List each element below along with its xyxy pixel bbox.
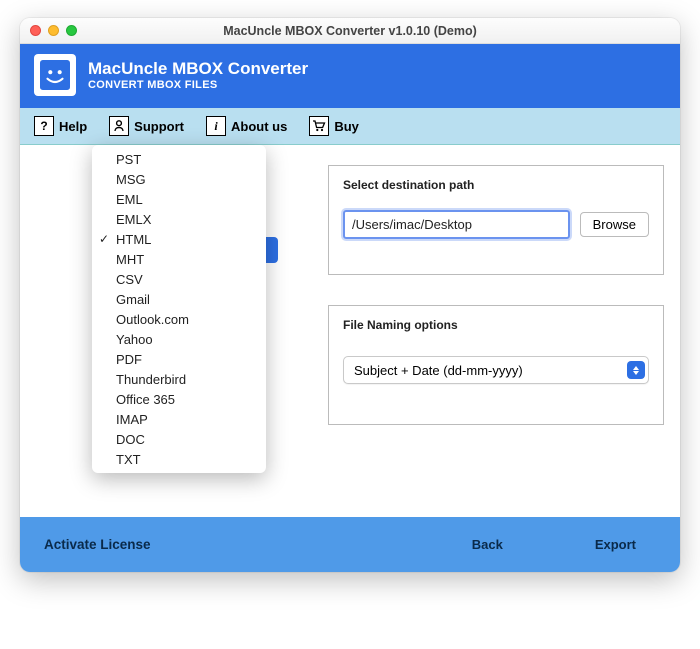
help-label: Help <box>59 119 87 134</box>
file-naming-panel: File Naming options Subject + Date (dd-m… <box>328 305 664 425</box>
brand-subtitle: CONVERT MBOX FILES <box>88 79 308 91</box>
zoom-icon[interactable] <box>66 25 77 36</box>
format-dropdown[interactable]: PSTMSGEMLEMLXHTMLMHTCSVGmailOutlook.comY… <box>92 145 266 473</box>
destination-path-input[interactable] <box>343 210 570 239</box>
buy-label: Buy <box>334 119 359 134</box>
format-option[interactable]: MSG <box>92 169 266 189</box>
window-title: MacUncle MBOX Converter v1.0.10 (Demo) <box>223 24 477 38</box>
format-option[interactable]: Outlook.com <box>92 309 266 329</box>
format-option[interactable]: PDF <box>92 349 266 369</box>
browse-button[interactable]: Browse <box>580 212 649 237</box>
file-naming-value: Subject + Date (dd-mm-yyyy) <box>354 363 523 378</box>
format-option[interactable]: Gmail <box>92 289 266 309</box>
format-option[interactable]: Thunderbird <box>92 369 266 389</box>
main-toolbar: ? Help Support i About us Buy <box>20 106 680 145</box>
brand-bar: MacUncle MBOX Converter CONVERT MBOX FIL… <box>20 44 680 106</box>
window-controls <box>30 25 77 36</box>
format-option[interactable]: TXT <box>92 449 266 469</box>
help-button[interactable]: ? Help <box>34 116 87 136</box>
file-naming-title: File Naming options <box>343 318 649 332</box>
titlebar: MacUncle MBOX Converter v1.0.10 (Demo) <box>20 18 680 44</box>
format-option[interactable]: DOC <box>92 429 266 449</box>
about-button[interactable]: i About us <box>206 116 287 136</box>
file-naming-select[interactable]: Subject + Date (dd-mm-yyyy) <box>343 356 649 384</box>
support-button[interactable]: Support <box>109 116 184 136</box>
format-option[interactable]: EML <box>92 189 266 209</box>
format-option[interactable]: EMLX <box>92 209 266 229</box>
brand-text: MacUncle MBOX Converter CONVERT MBOX FIL… <box>88 59 308 91</box>
app-window: MacUncle MBOX Converter v1.0.10 (Demo) M… <box>20 18 680 572</box>
format-option[interactable]: CSV <box>92 269 266 289</box>
format-option[interactable]: MHT <box>92 249 266 269</box>
destination-panel: Select destination path Browse <box>328 165 664 275</box>
format-option[interactable]: Yahoo <box>92 329 266 349</box>
activate-license-button[interactable]: Activate License <box>44 537 151 552</box>
close-icon[interactable] <box>30 25 41 36</box>
footer-bar: Activate License Back Export <box>20 517 680 572</box>
format-option[interactable]: PST <box>92 149 266 169</box>
back-button[interactable]: Back <box>452 529 523 560</box>
content-area: Select destination path Browse File Nami… <box>20 145 680 517</box>
minimize-icon[interactable] <box>48 25 59 36</box>
info-icon: i <box>206 116 226 136</box>
help-icon: ? <box>34 116 54 136</box>
about-label: About us <box>231 119 287 134</box>
buy-button[interactable]: Buy <box>309 116 359 136</box>
format-option[interactable]: IMAP <box>92 409 266 429</box>
support-icon <box>109 116 129 136</box>
cart-icon <box>309 116 329 136</box>
chevron-updown-icon <box>627 361 645 379</box>
format-option[interactable]: Office 365 <box>92 389 266 409</box>
hidden-select-edge <box>266 237 278 263</box>
destination-title: Select destination path <box>343 178 649 192</box>
format-option[interactable]: HTML <box>92 229 266 249</box>
brand-title: MacUncle MBOX Converter <box>88 59 308 79</box>
support-label: Support <box>134 119 184 134</box>
export-button[interactable]: Export <box>575 529 656 560</box>
app-logo-icon <box>34 54 76 96</box>
